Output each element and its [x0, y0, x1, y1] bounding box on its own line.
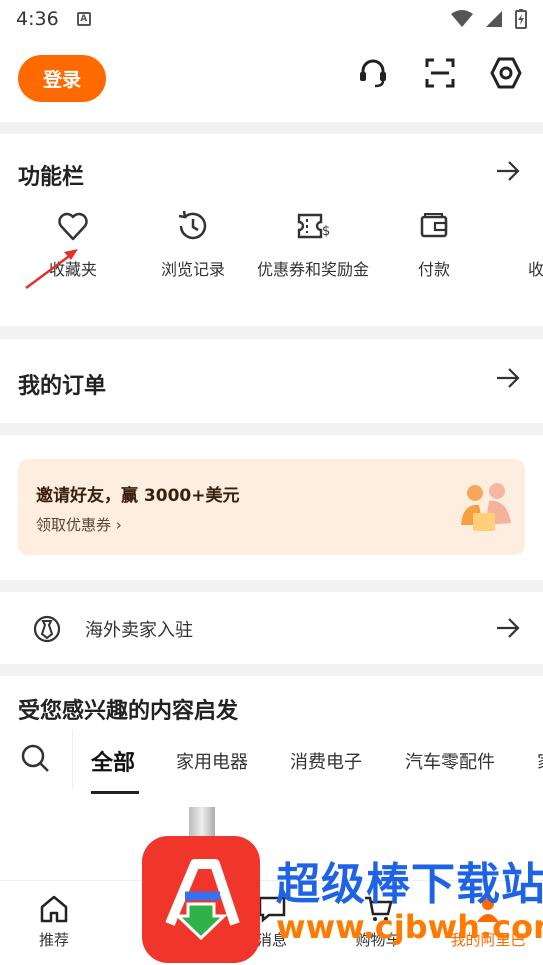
feature-coupons[interactable]: $ 优惠券和奖励金	[253, 206, 373, 282]
seller-badge-icon	[33, 615, 61, 643]
settings-icon[interactable]	[489, 56, 523, 90]
features-arrow-icon[interactable]	[495, 159, 521, 183]
history-icon	[133, 206, 253, 246]
interests-header: 受您感兴趣的内容启发	[0, 676, 543, 730]
tab-auto-parts[interactable]: 汽车零配件	[405, 748, 495, 774]
watermark-url: www.cjbwh.com	[276, 908, 543, 946]
interests-title: 受您感兴趣的内容启发	[18, 699, 239, 724]
notification-icon: A	[76, 12, 91, 26]
seller-label: 海外卖家入驻	[85, 620, 193, 641]
feature-label: 付款	[417, 260, 450, 279]
feature-payment[interactable]: 付款	[374, 206, 494, 282]
orders-card[interactable]: 我的订单	[0, 339, 543, 423]
annotation-arrow-icon	[25, 249, 78, 290]
features-title: 功能栏	[18, 165, 85, 190]
signal-icon	[486, 11, 502, 27]
tab-more[interactable]: 家	[537, 748, 543, 774]
svg-text:$: $	[322, 224, 330, 239]
tab-home-appliances[interactable]: 家用电器	[176, 748, 248, 774]
watermark-overlay: 超级棒下载站 www.cjbwh.com	[140, 834, 543, 965]
invite-title: 邀请好友，赢 3000+美元	[36, 486, 240, 506]
coupon-icon: $	[253, 206, 373, 246]
nav-home[interactable]: 推荐	[14, 893, 94, 950]
nav-label: 推荐	[38, 931, 69, 949]
watermark-logo-icon	[142, 836, 260, 963]
orders-title: 我的订单	[18, 374, 107, 399]
category-tabs: 全部 家用电器 消费电子 汽车零配件 家	[0, 729, 543, 801]
watermark-site-name: 超级棒下载站	[276, 859, 543, 910]
home-icon	[14, 893, 94, 925]
account-header: 登录	[0, 38, 543, 122]
wallet-icon	[374, 206, 494, 246]
orders-arrow-icon[interactable]	[495, 366, 521, 390]
invite-section: 邀请好友，赢 3000+美元 领取优惠券 ›	[0, 435, 543, 580]
delivery-icon	[484, 206, 543, 246]
seller-arrow-icon[interactable]	[495, 616, 521, 640]
invite-people-icon	[461, 483, 511, 531]
feature-label: 收货	[527, 260, 543, 279]
status-time: 4:36	[16, 8, 59, 30]
tab-all[interactable]: 全部	[91, 745, 135, 777]
invite-banner[interactable]: 邀请好友，赢 3000+美元 领取优惠券 ›	[18, 459, 525, 555]
search-icon[interactable]	[20, 743, 50, 773]
feature-delivery[interactable]: 收货	[484, 206, 543, 282]
battery-icon	[515, 9, 527, 29]
tab-divider	[72, 729, 73, 789]
status-icons	[451, 9, 527, 29]
features-card: 功能栏 收藏夹 浏览记录 $ 优惠券和奖励金 付款 收货	[0, 134, 543, 326]
status-bar: 4:36 A	[0, 0, 543, 38]
login-button[interactable]: 登录	[18, 55, 106, 102]
feature-label: 优惠券和奖励金	[256, 260, 369, 279]
heart-icon	[13, 206, 133, 246]
scan-icon[interactable]	[423, 56, 457, 90]
active-tab-indicator	[91, 791, 139, 794]
customer-service-icon[interactable]	[356, 56, 390, 90]
feature-label: 浏览记录	[160, 260, 225, 279]
tab-consumer-electronics[interactable]: 消费电子	[290, 748, 362, 774]
feature-history[interactable]: 浏览记录	[133, 206, 253, 282]
wifi-icon	[451, 10, 473, 27]
seller-card[interactable]: 海外卖家入驻	[0, 592, 543, 664]
invite-coupon-link[interactable]: 领取优惠券 ›	[36, 514, 122, 535]
